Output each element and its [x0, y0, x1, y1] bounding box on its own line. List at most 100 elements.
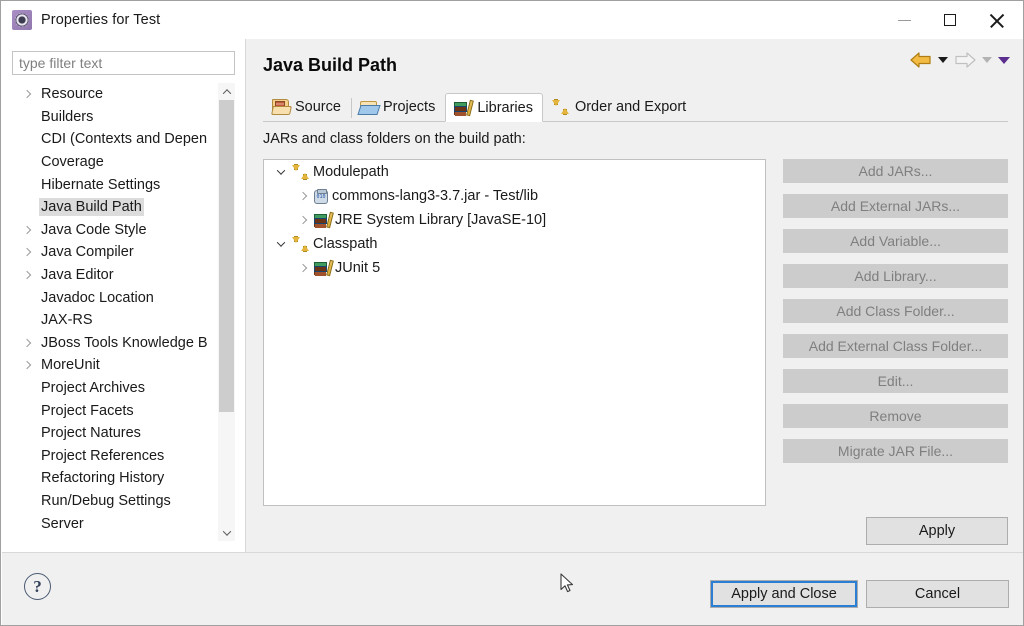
- jar-icon: [314, 188, 328, 204]
- sidebar-item-refactoring-history[interactable]: Refactoring History: [13, 467, 219, 490]
- window-title: Properties for Test: [41, 12, 161, 28]
- sidebar-item-javadoc-location[interactable]: Javadoc Location: [13, 286, 219, 309]
- tree-row[interactable]: JRE System Library [JavaSE-10]: [264, 208, 765, 232]
- chevron-glyph: [298, 191, 308, 201]
- collapse-chevron-icon[interactable]: [270, 238, 292, 247]
- chevron-glyph: [276, 166, 286, 175]
- tab-projects[interactable]: Projects: [350, 93, 445, 121]
- tab-libraries[interactable]: Libraries: [445, 93, 543, 122]
- sidebar-item-moreunit[interactable]: MoreUnit: [13, 354, 219, 377]
- sidebar-item-run-debug-settings[interactable]: Run/Debug Settings: [13, 490, 219, 513]
- filter-input[interactable]: [12, 51, 235, 75]
- sidebar-item-project-archives[interactable]: Project Archives: [13, 377, 219, 400]
- minimize-icon: [897, 19, 911, 21]
- add-class-folder-button[interactable]: Add Class Folder...: [783, 299, 1008, 323]
- section-label: JARs and class folders on the build path…: [263, 131, 526, 147]
- back-dropdown-caret-icon[interactable]: [938, 57, 948, 63]
- expand-chevron-icon[interactable]: [292, 215, 314, 225]
- remove-button[interactable]: Remove: [783, 404, 1008, 428]
- chevron-glyph: [298, 215, 308, 225]
- expand-chevron-icon[interactable]: [23, 249, 39, 255]
- sidebar-item-hibernate-settings[interactable]: Hibernate Settings: [13, 173, 219, 196]
- sidebar-item-coverage[interactable]: Coverage: [13, 151, 219, 174]
- add-external-class-folder-button[interactable]: Add External Class Folder...: [783, 334, 1008, 358]
- apply-button[interactable]: Apply: [866, 517, 1008, 545]
- build-path-tree[interactable]: Modulepath commons-lang3-3.7.jar - Test/l…: [263, 159, 766, 506]
- sidebar-item-label: Java Build Path: [39, 198, 144, 217]
- sidebar-item-project-facets[interactable]: Project Facets: [13, 399, 219, 422]
- apply-and-close-button[interactable]: Apply and Close: [710, 580, 858, 608]
- expand-chevron-icon[interactable]: [292, 263, 314, 273]
- expand-chevron-icon[interactable]: [23, 340, 39, 346]
- sidebar-item-label: Resource: [41, 86, 104, 103]
- apply-row: Apply: [246, 517, 1023, 552]
- chevron-glyph: [276, 238, 286, 247]
- expand-chevron-icon[interactable]: [23, 272, 39, 278]
- window-controls: [881, 5, 1019, 35]
- expand-chevron-icon[interactable]: [23, 362, 39, 368]
- chevron-glyph: [298, 263, 308, 273]
- tab-order-and-export[interactable]: Order and Export: [543, 93, 696, 121]
- sidebar-item-label: Javadoc Location: [41, 289, 154, 306]
- libraries-books-icon: [314, 211, 334, 229]
- sidebar-item-cdi-contexts-and-depen[interactable]: CDI (Contexts and Depen: [13, 128, 219, 151]
- vertical-scrollbar-thumb[interactable]: [219, 100, 234, 412]
- tree-row-label: commons-lang3-3.7.jar - Test/lib: [332, 188, 539, 204]
- sidebar-item-label: Builders: [41, 108, 94, 125]
- sidebar-item-java-editor[interactable]: Java Editor: [13, 264, 219, 287]
- add-variable-button[interactable]: Add Variable...: [783, 229, 1008, 253]
- back-arrow-icon[interactable]: [910, 52, 932, 68]
- help-icon[interactable]: ?: [24, 573, 51, 600]
- tab-bar: Source Projects Libraries Order and Export: [263, 93, 1008, 122]
- edit-button[interactable]: Edit...: [783, 369, 1008, 393]
- cancel-button[interactable]: Cancel: [866, 580, 1009, 608]
- sidebar-item-java-build-path[interactable]: Java Build Path: [13, 196, 219, 219]
- sidebar-item-jax-rs[interactable]: JAX-RS: [13, 309, 219, 332]
- sidebar-item-label: Hibernate Settings: [41, 176, 161, 193]
- tree-row[interactable]: Classpath: [264, 232, 765, 256]
- tree-row[interactable]: JUnit 5: [264, 256, 765, 280]
- sidebar-vertical-scrollbar[interactable]: [218, 83, 235, 541]
- sidebar-item-java-code-style[interactable]: Java Code Style: [13, 219, 219, 242]
- sidebar-item-resource[interactable]: Resource: [13, 83, 219, 106]
- sidebar-item-label: Project Natures: [41, 425, 141, 442]
- order-arrows-icon: [292, 236, 309, 252]
- sidebar-tree-items: Resource Builders CDI (Contexts and Depen C…: [13, 83, 219, 535]
- sidebar-item-builders[interactable]: Builders: [13, 106, 219, 129]
- minimize-button[interactable]: [881, 5, 927, 35]
- close-button[interactable]: [973, 5, 1019, 35]
- expand-chevron-icon[interactable]: [23, 91, 39, 97]
- sidebar-item-project-references[interactable]: Project References: [13, 445, 219, 468]
- scroll-down-button[interactable]: [218, 524, 235, 541]
- order-arrows-icon: [292, 164, 309, 180]
- order-arrows-icon: [551, 99, 569, 115]
- add-jars-button[interactable]: Add JARs...: [783, 159, 1008, 183]
- add-library-button[interactable]: Add Library...: [783, 264, 1008, 288]
- sidebar-item-label: Coverage: [41, 154, 104, 171]
- scroll-up-button[interactable]: [218, 83, 235, 100]
- sidebar-item-java-compiler[interactable]: Java Compiler: [13, 241, 219, 264]
- expand-chevron-icon[interactable]: [292, 191, 314, 201]
- projects-folder-icon: [359, 101, 377, 114]
- sidebar-item-jboss-tools-knowledge-b[interactable]: JBoss Tools Knowledge B: [13, 332, 219, 355]
- tree-row[interactable]: commons-lang3-3.7.jar - Test/lib: [264, 184, 765, 208]
- sidebar-item-server[interactable]: Server: [13, 512, 219, 535]
- close-icon: [989, 13, 1004, 28]
- expand-chevron-icon[interactable]: [23, 227, 39, 233]
- sidebar-item-label: Java Code Style: [41, 221, 147, 238]
- migrate-jar-file-button[interactable]: Migrate JAR File...: [783, 439, 1008, 463]
- collapse-chevron-icon[interactable]: [270, 166, 292, 175]
- sidebar-tree: Resource Builders CDI (Contexts and Depen C…: [12, 83, 235, 541]
- add-external-jars-button[interactable]: Add External JARs...: [783, 194, 1008, 218]
- sidebar-item-label: Project Archives: [41, 380, 145, 397]
- maximize-button[interactable]: [927, 5, 973, 35]
- maximize-icon: [944, 14, 956, 26]
- dialog-footer: ? Apply and Close Cancel: [2, 552, 1023, 625]
- tree-row[interactable]: Modulepath: [264, 160, 765, 184]
- sidebar-item-project-natures[interactable]: Project Natures: [13, 422, 219, 445]
- tab-source[interactable]: Source: [263, 93, 351, 121]
- page-navigation: [910, 52, 1010, 68]
- caret-down-purple-icon[interactable]: [998, 56, 1010, 64]
- sidebar-item-label: Refactoring History: [41, 470, 165, 487]
- sidebar-item-label: JBoss Tools Knowledge B: [41, 334, 208, 351]
